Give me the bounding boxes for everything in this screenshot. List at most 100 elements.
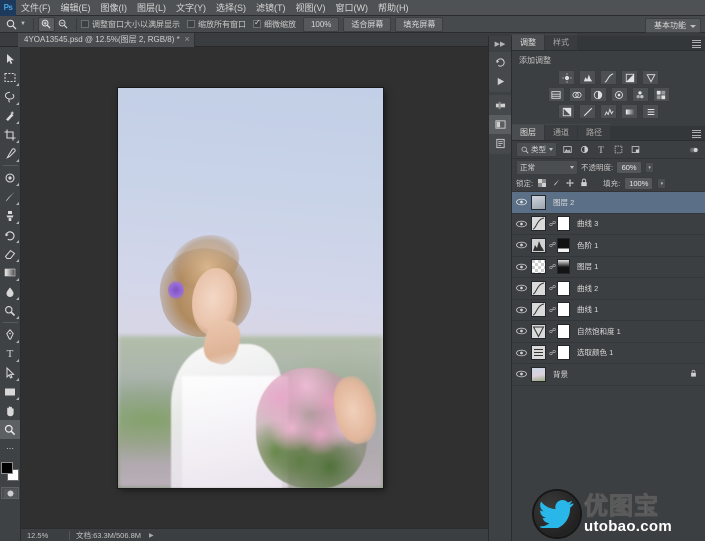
zoom-tool[interactable] (0, 420, 20, 439)
rectangle-shape-tool[interactable] (0, 382, 20, 401)
zoom-level[interactable]: 12.5% (21, 531, 63, 540)
color-icon[interactable] (489, 115, 511, 134)
adjustment-thumbnail[interactable] (531, 216, 546, 232)
layer-thumbnails[interactable]: ☍ (531, 345, 570, 361)
filter-smart-icon[interactable] (628, 143, 642, 156)
black-white-icon[interactable] (589, 87, 607, 102)
menu-filter[interactable]: 滤镜(T) (251, 0, 291, 16)
adjustment-thumbnail[interactable] (531, 323, 546, 339)
layer-mask-thumbnail[interactable] (557, 280, 570, 296)
tab-channels[interactable]: 通道 (545, 124, 577, 140)
actions-icon[interactable] (489, 72, 511, 91)
layer-name[interactable]: 曲线 2 (577, 283, 598, 294)
quick-mask-icon[interactable] (1, 487, 19, 499)
opacity-value[interactable]: 60% (616, 161, 643, 174)
menu-edit[interactable]: 编辑(E) (56, 0, 96, 16)
menu-window[interactable]: 窗口(W) (331, 0, 374, 16)
spot-healing-brush-tool[interactable] (0, 168, 20, 187)
color-lookup-icon[interactable] (652, 87, 670, 102)
menu-type[interactable]: 文字(Y) (171, 0, 211, 16)
eye-icon[interactable] (512, 370, 531, 378)
zoom-in-button[interactable] (37, 16, 55, 32)
levels-icon[interactable] (579, 70, 596, 85)
blur-tool[interactable] (0, 282, 20, 301)
layers-panel-menu-icon[interactable] (692, 130, 701, 138)
exposure-icon[interactable] (621, 70, 638, 85)
layer-filter-kind-select[interactable]: 类型 (516, 142, 557, 157)
eye-icon[interactable] (512, 349, 531, 357)
layer-mask-thumbnail[interactable] (557, 302, 570, 318)
quick-selection-tool[interactable] (0, 106, 20, 125)
layer-thumbnails[interactable]: ☍ (531, 280, 570, 296)
tab-paths[interactable]: 路径 (578, 124, 610, 140)
background-thumbnail[interactable] (531, 366, 546, 382)
link-icon[interactable]: ☍ (549, 327, 556, 335)
eye-icon[interactable] (512, 263, 531, 271)
eye-icon[interactable] (512, 198, 531, 206)
hue-saturation-icon[interactable] (547, 87, 565, 102)
fit-screen-button[interactable]: 适合屏幕 (343, 16, 392, 32)
link-icon[interactable]: ☍ (549, 306, 556, 314)
character-icon[interactable] (489, 134, 511, 153)
menu-file[interactable]: 文件(F) (16, 0, 56, 16)
menu-layer[interactable]: 图层(L) (132, 0, 171, 16)
lasso-tool[interactable] (0, 87, 20, 106)
tab-styles[interactable]: 样式 (545, 34, 577, 50)
layer-name[interactable]: 背景 (553, 369, 568, 380)
filter-shape-icon[interactable] (611, 143, 625, 156)
adjustment-thumbnail[interactable] (531, 345, 546, 361)
layer-thumbnails[interactable]: ☍ (531, 259, 570, 275)
layer-name[interactable]: 曲线 3 (577, 218, 598, 229)
eye-icon[interactable] (512, 306, 531, 314)
type-tool[interactable]: T (0, 344, 20, 363)
layer-thumbnails[interactable]: ☍ (531, 323, 570, 339)
tool-preset-chevron-icon[interactable]: ▼ (20, 21, 26, 27)
layer-thumbnails[interactable]: ☍ (531, 302, 570, 318)
threshold-icon[interactable] (600, 104, 617, 119)
eyedropper-tool[interactable] (0, 144, 20, 163)
selective-color-icon[interactable] (642, 104, 659, 119)
brightness-contrast-icon[interactable] (558, 70, 575, 85)
tab-adjustments[interactable]: 调整 (512, 34, 544, 50)
path-selection-tool[interactable] (0, 363, 20, 382)
layer-name[interactable]: 色阶 1 (577, 240, 598, 251)
crop-tool[interactable] (0, 125, 20, 144)
collapse-panels-icon[interactable]: ▶▶ (489, 38, 511, 49)
color-swatches[interactable] (0, 461, 20, 483)
adjustments-panel-menu-icon[interactable] (692, 40, 701, 48)
layer-mask-thumbnail[interactable] (557, 216, 570, 232)
history-brush-tool[interactable] (0, 225, 20, 244)
layer-mask-thumbnail[interactable] (557, 345, 570, 361)
adjustment-thumbnail[interactable] (531, 302, 546, 318)
menu-help[interactable]: 帮助(H) (373, 0, 414, 16)
link-icon[interactable]: ☍ (549, 263, 556, 271)
tool-overflow-icon[interactable]: ⋯ (0, 439, 20, 458)
layer-name[interactable]: 选取颜色 1 (577, 347, 613, 358)
history-icon[interactable] (489, 53, 511, 72)
link-icon[interactable]: ☍ (549, 284, 556, 292)
link-icon[interactable]: ☍ (549, 220, 556, 228)
eye-icon[interactable] (512, 327, 531, 335)
gradient-map-icon[interactable] (621, 104, 638, 119)
layer-thumbnails[interactable]: ☍ (531, 237, 570, 253)
layer-name[interactable]: 自然饱和度 1 (577, 326, 621, 337)
hand-tool[interactable] (0, 401, 20, 420)
table-row[interactable]: ☍ 选取颜色 1 (512, 343, 705, 364)
posterize-icon[interactable] (579, 104, 596, 119)
layer-thumbnails[interactable] (531, 366, 546, 382)
filter-adjustment-icon[interactable] (577, 143, 591, 156)
lock-position-icon[interactable] (565, 178, 575, 189)
lock-image-icon[interactable] (551, 178, 561, 189)
document-canvas[interactable] (118, 88, 383, 488)
layer-thumbnails[interactable] (531, 194, 546, 210)
workspace-selector[interactable]: 基本功能 (645, 18, 701, 33)
document-tab[interactable]: 4YOA13545.psd @ 12.5%(图层 2, RGB/8) * (18, 32, 195, 47)
lock-transparent-icon[interactable] (537, 178, 547, 189)
filter-type-icon[interactable]: T (594, 143, 608, 156)
menu-select[interactable]: 选择(S) (211, 0, 251, 16)
table-row[interactable]: 图层 2 (512, 192, 705, 214)
clone-stamp-tool[interactable] (0, 206, 20, 225)
vibrance-icon[interactable] (642, 70, 659, 85)
layer-mask-thumbnail[interactable] (557, 323, 570, 339)
pen-tool[interactable] (0, 325, 20, 344)
